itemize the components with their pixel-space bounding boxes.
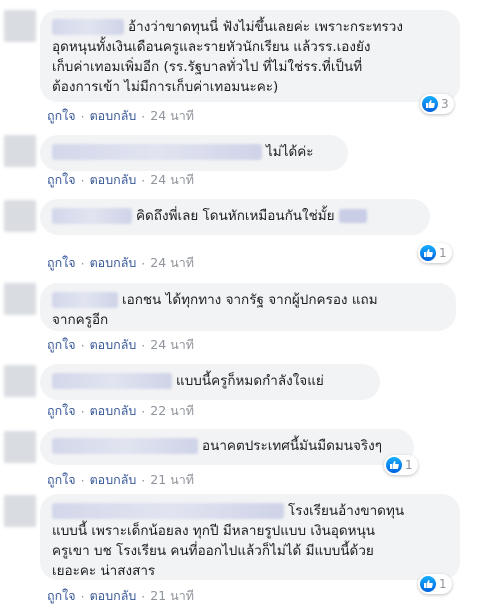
reaction-count: 3 xyxy=(441,97,449,111)
separator-dot: · xyxy=(141,108,146,124)
redacted-author-name[interactable] xyxy=(52,373,172,389)
comment-actions: ถูกใจ · ตอบกลับ · 24 นาที xyxy=(47,106,194,126)
avatar[interactable] xyxy=(4,135,36,167)
avatar[interactable] xyxy=(4,431,36,463)
reaction-count: 1 xyxy=(439,577,447,591)
redacted-emoji xyxy=(338,209,367,223)
like-link[interactable]: ถูกใจ xyxy=(47,106,76,126)
comment-bubble: อนาคตประเทศนี้มันมืดมนจริงๆ xyxy=(40,429,414,465)
like-link[interactable]: ถูกใจ xyxy=(47,253,76,273)
redacted-author-name[interactable] xyxy=(52,208,132,224)
reaction-count-badge[interactable]: 1 xyxy=(384,455,418,475)
reply-link[interactable]: ตอบกลับ xyxy=(90,401,137,421)
redacted-author-name[interactable] xyxy=(52,503,284,519)
comment-actions: ถูกใจ · ตอบกลับ · 21 นาที xyxy=(47,470,194,490)
like-link[interactable]: ถูกใจ xyxy=(47,335,76,355)
comment-actions: ถูกใจ · ตอบกลับ · 24 นาที xyxy=(47,335,194,355)
separator-dot: · xyxy=(141,588,146,604)
thumbs-up-icon xyxy=(422,96,438,112)
like-link[interactable]: ถูกใจ xyxy=(47,586,76,606)
reaction-count: 1 xyxy=(405,458,413,472)
reaction-count: 1 xyxy=(439,246,447,260)
separator-dot: · xyxy=(80,588,85,604)
comment-text: โรงเรียนอ้างขาดทุน แบบนี้ เพราะเด็กน้อยล… xyxy=(52,503,405,579)
redacted-author-name[interactable] xyxy=(52,19,124,35)
reply-link[interactable]: ตอบกลับ xyxy=(90,106,137,126)
comment-text: ไม่ได้ค่ะ xyxy=(52,142,336,162)
comment-text: เอกชน ได้ทุกทาง จากรัฐ จากผู้ปกครอง แถม … xyxy=(52,292,378,328)
comment-text: อ้างว่าขาดทุนนี่ ฟังไม่ขึ้นเลยค่ะ เพราะก… xyxy=(52,19,403,95)
separator-dot: · xyxy=(141,337,146,353)
thumbs-up-icon xyxy=(420,576,436,592)
redacted-author-name[interactable] xyxy=(52,144,262,160)
reply-link[interactable]: ตอบกลับ xyxy=(90,586,137,606)
comment-text: อนาคตประเทศนี้มันมืดมนจริงๆ xyxy=(52,436,402,456)
comment-text: คิดถึงพี่เลย โดนหักเหมือนกันใช่มั้ย xyxy=(52,206,418,226)
reply-link[interactable]: ตอบกลับ xyxy=(90,470,137,490)
avatar[interactable] xyxy=(4,365,36,397)
timestamp[interactable]: 24 นาที xyxy=(150,170,194,190)
comment-bubble: ไม่ได้ค่ะ xyxy=(40,135,348,171)
comment-actions: ถูกใจ · ตอบกลับ · 22 นาที xyxy=(47,401,194,421)
separator-dot: · xyxy=(80,403,85,419)
comment-bubble: อ้างว่าขาดทุนนี่ ฟังไม่ขึ้นเลยค่ะ เพราะก… xyxy=(40,10,460,102)
thumbs-up-icon xyxy=(386,457,402,473)
avatar[interactable] xyxy=(4,200,36,232)
reply-link[interactable]: ตอบกลับ xyxy=(90,170,137,190)
reaction-count-badge[interactable]: 3 xyxy=(420,94,454,114)
like-link[interactable]: ถูกใจ xyxy=(47,401,76,421)
like-link[interactable]: ถูกใจ xyxy=(47,170,76,190)
comment-actions: ถูกใจ · ตอบกลับ · 24 นาที xyxy=(47,253,194,273)
separator-dot: · xyxy=(80,337,85,353)
timestamp[interactable]: 24 นาที xyxy=(150,106,194,126)
avatar[interactable] xyxy=(4,10,36,42)
timestamp[interactable]: 22 นาที xyxy=(150,401,194,421)
comment-bubble: โรงเรียนอ้างขาดทุน แบบนี้ เพราะเด็กน้อยล… xyxy=(40,494,460,580)
redacted-author-name[interactable] xyxy=(52,438,198,454)
thumbs-up-icon xyxy=(420,245,436,261)
separator-dot: · xyxy=(80,255,85,271)
separator-dot: · xyxy=(80,472,85,488)
timestamp[interactable]: 21 นาที xyxy=(150,586,194,606)
timestamp[interactable]: 24 นาที xyxy=(150,253,194,273)
like-link[interactable]: ถูกใจ xyxy=(47,470,76,490)
separator-dot: · xyxy=(80,108,85,124)
reaction-count-badge[interactable]: 1 xyxy=(418,574,452,594)
separator-dot: · xyxy=(141,255,146,271)
separator-dot: · xyxy=(141,472,146,488)
timestamp[interactable]: 21 นาที xyxy=(150,470,194,490)
comment-bubble: แบบนี้ครูก็หมดกำลังใจแย่ xyxy=(40,364,380,400)
separator-dot: · xyxy=(80,172,85,188)
comment-bubble: คิดถึงพี่เลย โดนหักเหมือนกันใช่มั้ย xyxy=(40,199,430,235)
avatar[interactable] xyxy=(4,283,36,315)
comment-actions: ถูกใจ · ตอบกลับ · 24 นาที xyxy=(47,170,194,190)
avatar[interactable] xyxy=(4,495,36,527)
reply-link[interactable]: ตอบกลับ xyxy=(90,253,137,273)
redacted-author-name[interactable] xyxy=(52,292,118,308)
comment-actions: ถูกใจ · ตอบกลับ · 21 นาที xyxy=(47,586,194,606)
comment-bubble: เอกชน ได้ทุกทาง จากรัฐ จากผู้ปกครอง แถม … xyxy=(40,283,456,331)
reaction-count-badge[interactable]: 1 xyxy=(418,243,452,263)
separator-dot: · xyxy=(141,172,146,188)
reply-link[interactable]: ตอบกลับ xyxy=(90,335,137,355)
comment-text: แบบนี้ครูก็หมดกำลังใจแย่ xyxy=(52,371,368,391)
separator-dot: · xyxy=(141,403,146,419)
timestamp[interactable]: 24 นาที xyxy=(150,335,194,355)
